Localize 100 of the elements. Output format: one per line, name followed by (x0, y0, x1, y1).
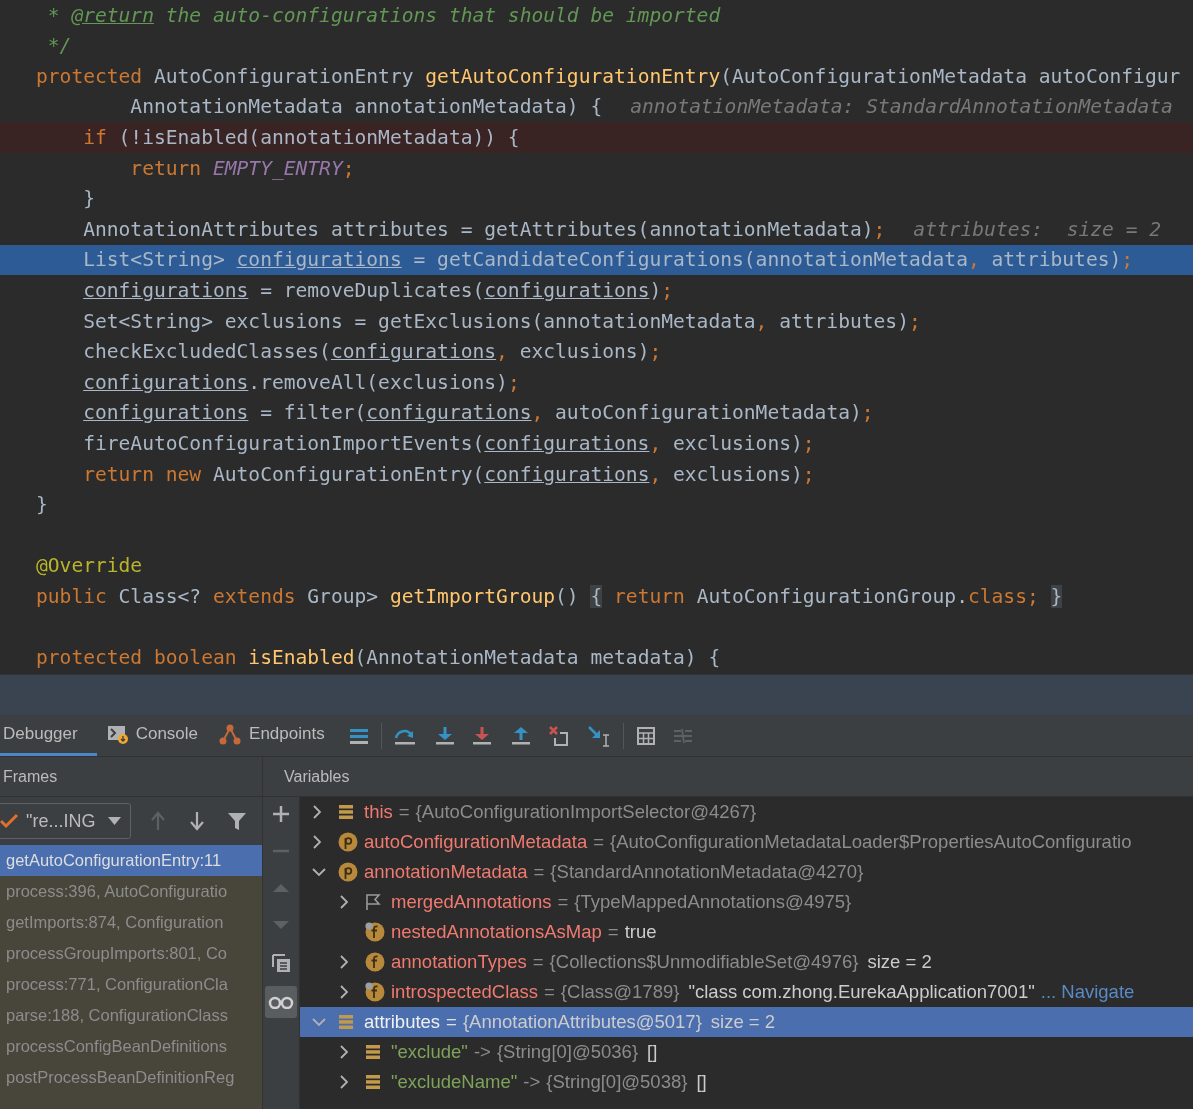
separator: -> (523, 1070, 541, 1095)
filter-icon[interactable] (227, 811, 247, 831)
variable-value: {Collections$UnmodifiableSet@4976} (549, 950, 859, 975)
code-text: } (82, 186, 95, 213)
code-text: return EMPTY_ENTRY; (129, 155, 355, 182)
inlay-hint: annotationMetadata: StandardAnnotationMetadata (630, 94, 1173, 121)
code-text: public Class<? extends Group> getImportGroup() { return AutoConfigurationGroup.class; } (36, 583, 1063, 610)
nodes-icon (218, 723, 243, 745)
down-arrow-icon[interactable] (189, 811, 205, 831)
code-text: protected AutoConfigurationEntry getAutoConfigurationEntry(AutoConfigurationMetadata autoConfigur (36, 63, 1181, 90)
variable-row[interactable]: "excludeName" -> {String[0]@5038} [] (300, 1067, 1193, 1097)
variable-row[interactable]: this = {AutoConfigurationImportSelector@4267} (300, 797, 1193, 827)
thread-dropdown[interactable]: "re...ING (0, 803, 131, 839)
code-text: configurations.removeAll(exclusions); (82, 369, 520, 396)
variable-value: {Class@1789} (560, 980, 680, 1005)
variable-row[interactable]: annotationTypes = {Collections$UnmodifiableSet@4976} size = 2 (300, 947, 1193, 977)
separator: = (446, 1010, 457, 1035)
field-icon (365, 922, 385, 942)
variable-value: {AutoConfigurationMetadataLoader$PropertiesAutoConfiguratio (610, 830, 1132, 855)
code-text: configurations = filter(configurations, autoConfigurationMetadata); (82, 400, 874, 427)
variable-name: mergedAnnotations (391, 890, 552, 915)
code-text: } (36, 492, 48, 519)
inlay-hint: attributes: size = 2 (913, 216, 1162, 243)
code-text: * @return the auto-configurations that should be imported (46, 2, 721, 29)
variable-row[interactable]: "exclude" -> {String[0]@5036} [] (300, 1037, 1193, 1067)
separator: = (593, 830, 604, 855)
code-text: AnnotationAttributes attributes = getAttributes(annotationMetadata); (82, 216, 886, 243)
variable-row[interactable]: mergedAnnotations = {TypeMappedAnnotations@4975} (300, 887, 1193, 917)
panel-title: Variables (284, 766, 350, 787)
variable-value: {TypeMappedAnnotations@4975} (574, 890, 852, 915)
step-out-icon[interactable] (510, 725, 531, 746)
frame-item[interactable]: getAutoConfigurationEntry:11 (0, 845, 262, 876)
variable-row[interactable]: annotationMetadata = {StandardAnnotationMetadata@4270} (300, 857, 1193, 887)
list-icon[interactable] (348, 726, 369, 745)
variable-value: true (624, 920, 657, 945)
stack-icon (338, 804, 354, 820)
variable-value: {AutoConfigurationImportSelector@4267} (415, 800, 757, 825)
variable-name: "exclude" (391, 1040, 468, 1065)
glasses-button[interactable] (265, 986, 297, 1018)
variable-detail: "class com.zhong.EurekaApplication7001" (688, 980, 1035, 1005)
variable-row[interactable]: introspectedClass = {Class@1789} "class com.zhong.EurekaApplication7001" ... Navigate (300, 977, 1193, 1007)
console-icon (106, 724, 129, 744)
run-to-cursor-icon[interactable] (586, 724, 611, 747)
frame-item[interactable]: postProcessBeanDefinitionReg (0, 1062, 262, 1093)
frame-item[interactable]: parse:188, ConfigurationClass (0, 1000, 262, 1031)
stack-icon (365, 1074, 381, 1090)
force-step-into-icon[interactable] (471, 725, 492, 746)
code-text: List<String> configurations = getCandidateConfigurations(annotationMetadata, attributes); (82, 247, 1134, 274)
calculator-icon[interactable] (635, 725, 656, 746)
caret-icon (108, 817, 122, 825)
code-text: @Override (36, 553, 143, 580)
flag-icon (365, 893, 381, 911)
separator: = (607, 920, 619, 945)
variable-name: attributes (364, 1010, 441, 1035)
tab[interactable]: Endpoints (208, 715, 335, 756)
variable-name: annotationTypes (391, 950, 527, 975)
code-text: AnnotationMetadata annotationMetadata) { (129, 94, 603, 121)
field-icon (365, 982, 385, 1002)
separator: = (533, 860, 545, 885)
variable-value: {String[0]@5036} (496, 1040, 639, 1065)
variable-detail: size = 2 (710, 1010, 776, 1035)
variable-row[interactable]: autoConfigurationMetadata = {AutoConfigurationMetadataLoader$PropertiesAutoConfiguratio (300, 827, 1193, 857)
variable-detail: [] (696, 1070, 707, 1095)
code-text: checkExcludedClasses(configurations, exclusions); (82, 339, 662, 366)
variable-row[interactable]: attributes = {AnnotationAttributes@5017} size = 2 (300, 1007, 1193, 1037)
separator: = (544, 980, 555, 1005)
tab[interactable]: Console (96, 715, 209, 756)
drop-frame-icon[interactable] (547, 724, 570, 747)
separator: -> (473, 1040, 491, 1065)
variable-name: annotationMetadata (364, 860, 528, 885)
frame-item[interactable]: processConfigBeanDefinitions (0, 1031, 262, 1062)
parameter-icon (338, 832, 358, 852)
variable-name: introspectedClass (391, 980, 539, 1005)
variable-name: autoConfigurationMetadata (364, 830, 588, 855)
code-text: */ (46, 33, 72, 60)
separator: = (532, 950, 544, 975)
variable-detail: size = 2 (867, 950, 932, 975)
variable-name: nestedAnnotationsAsMap (391, 920, 602, 945)
frame-item[interactable]: process:771, ConfigurationCla (0, 969, 262, 1000)
separator: = (398, 800, 410, 825)
field-icon (365, 952, 385, 972)
code-text: configurations = removeDuplicates(configurations); (82, 277, 674, 304)
frame-item[interactable]: process:396, AutoConfiguratio (0, 876, 262, 907)
parameter-icon (338, 862, 358, 882)
frame-item[interactable]: processGroupImports:801, Co (0, 938, 262, 969)
check-icon (0, 813, 19, 829)
frame-item[interactable]: getImports:874, Configuration (0, 907, 262, 938)
variable-value: {StandardAnnotationMetadata@4270} (550, 860, 864, 885)
code-text: return new AutoConfigurationEntry(configurations, exclusions); (82, 461, 815, 488)
step-into-icon[interactable] (434, 725, 455, 746)
navigate-link[interactable]: ... Navigate (1040, 978, 1135, 1006)
code-text: if (!isEnabled(annotationMetadata)) { (82, 124, 520, 151)
code-text: fireAutoConfigurationImportEvents(configurations, exclusions); (82, 430, 815, 457)
add-icon[interactable] (272, 805, 290, 823)
copy-icon[interactable] (271, 953, 291, 973)
code-text: protected boolean isEnabled(AnnotationMetadata metadata) { (36, 645, 721, 672)
variable-name: "excludeName" (391, 1070, 518, 1095)
stack-icon (338, 1014, 354, 1030)
glasses-icon (268, 995, 294, 1009)
variable-row[interactable]: nestedAnnotationsAsMap = true (300, 917, 1193, 947)
